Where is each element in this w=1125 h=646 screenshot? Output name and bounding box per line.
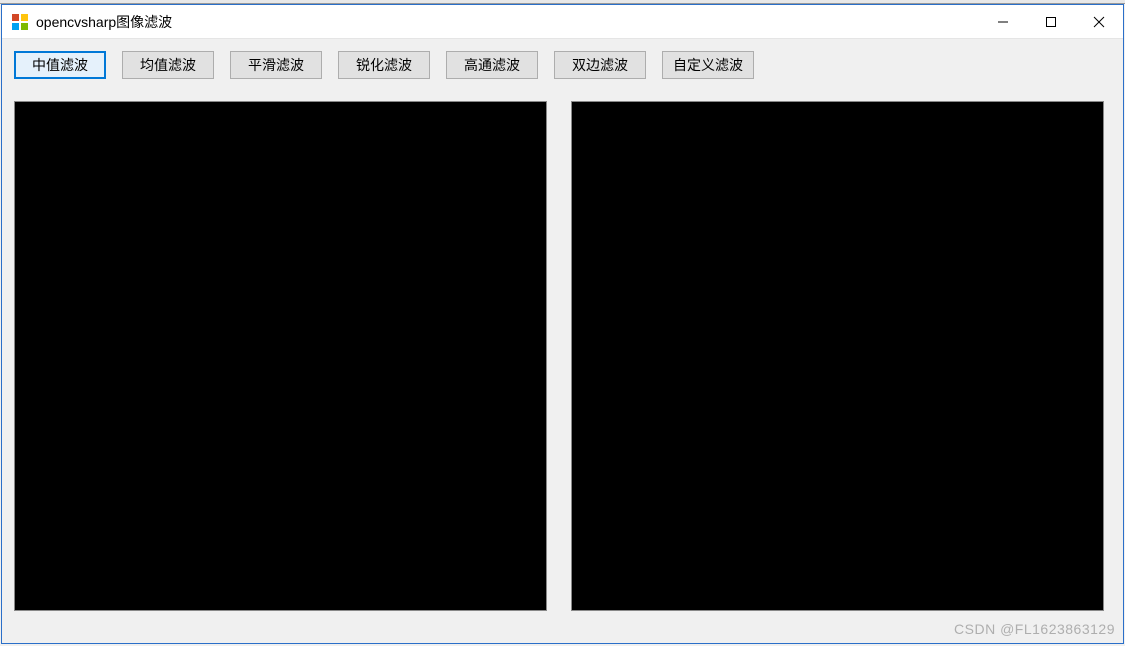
custom-filter-button[interactable]: 自定义滤波 [662, 51, 754, 79]
minimize-icon [997, 16, 1009, 28]
application-window: opencvsharp图像滤波 中值滤波 均值滤波 平滑滤波 锐化滤波 高通滤波… [1, 4, 1124, 644]
median-filter-button[interactable]: 中值滤波 [14, 51, 106, 79]
close-icon [1093, 16, 1105, 28]
app-icon [12, 14, 28, 30]
image-panels [14, 101, 1111, 611]
result-image-panel [571, 101, 1104, 611]
highpass-filter-button[interactable]: 高通滤波 [446, 51, 538, 79]
maximize-icon [1045, 16, 1057, 28]
titlebar[interactable]: opencvsharp图像滤波 [2, 5, 1123, 39]
bilateral-filter-button[interactable]: 双边滤波 [554, 51, 646, 79]
minimize-button[interactable] [979, 5, 1027, 38]
filter-toolbar: 中值滤波 均值滤波 平滑滤波 锐化滤波 高通滤波 双边滤波 自定义滤波 [14, 51, 1111, 79]
smooth-filter-button[interactable]: 平滑滤波 [230, 51, 322, 79]
window-title: opencvsharp图像滤波 [36, 12, 172, 32]
maximize-button[interactable] [1027, 5, 1075, 38]
mean-filter-button[interactable]: 均值滤波 [122, 51, 214, 79]
client-area: 中值滤波 均值滤波 平滑滤波 锐化滤波 高通滤波 双边滤波 自定义滤波 CSDN… [2, 39, 1123, 643]
close-button[interactable] [1075, 5, 1123, 38]
watermark-text: CSDN @FL1623863129 [954, 621, 1115, 637]
source-image-panel [14, 101, 547, 611]
window-controls [979, 5, 1123, 38]
sharpen-filter-button[interactable]: 锐化滤波 [338, 51, 430, 79]
